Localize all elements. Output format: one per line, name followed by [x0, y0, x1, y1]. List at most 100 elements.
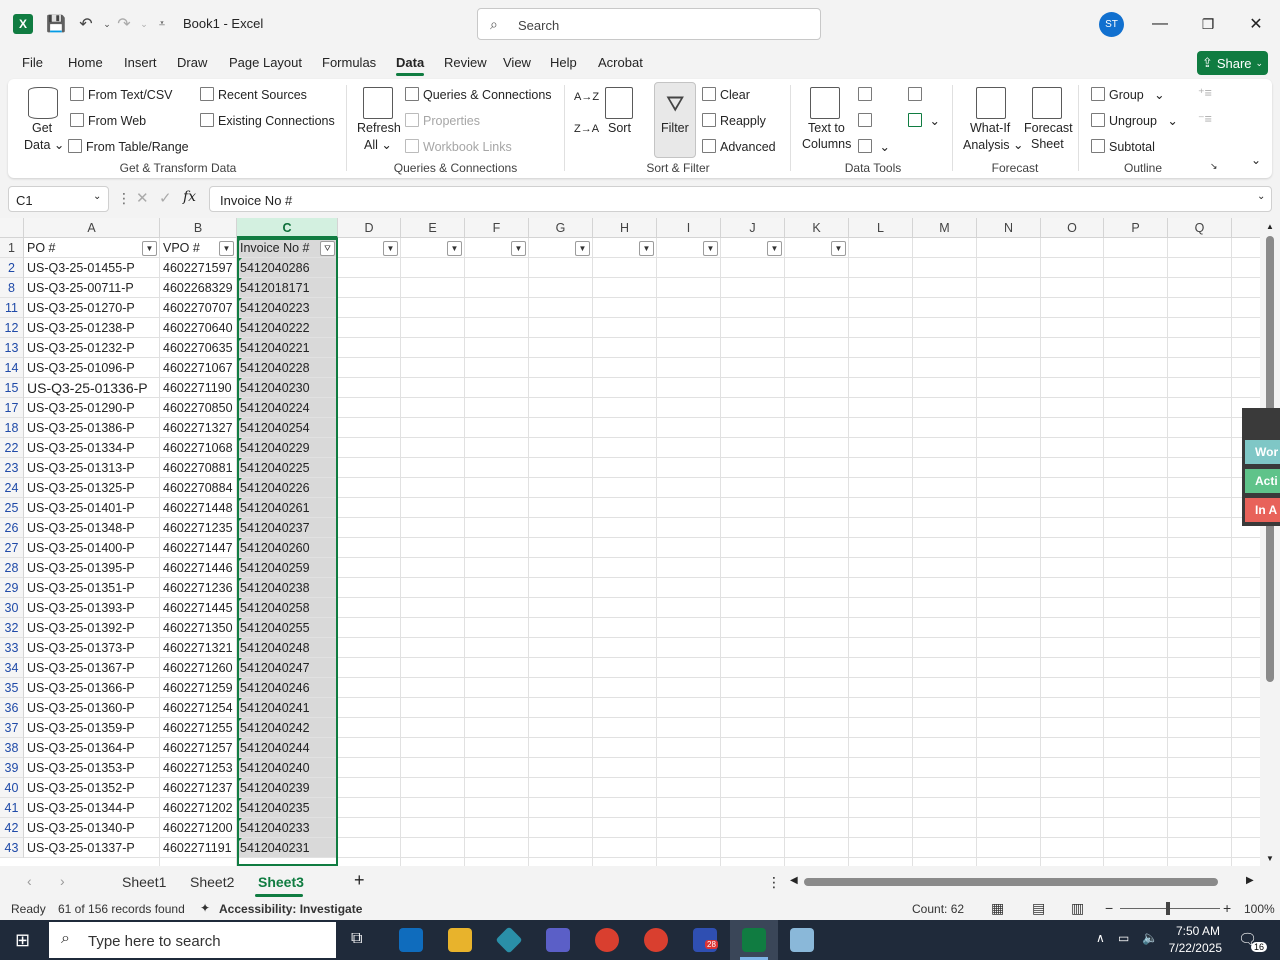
row-header[interactable]: 13: [0, 338, 24, 358]
tab-insert[interactable]: Insert: [124, 55, 157, 70]
column-header-b[interactable]: B: [160, 218, 237, 238]
header-cell-a[interactable]: PO #: [24, 238, 160, 258]
row-header[interactable]: 41: [0, 798, 24, 818]
cell-a[interactable]: US-Q3-25-01386-P: [24, 418, 160, 438]
sheet-tab-3[interactable]: Sheet3: [258, 874, 304, 890]
scroll-down-icon[interactable]: ▼: [1266, 854, 1274, 863]
cell-c[interactable]: 5412040235: [237, 798, 338, 818]
row-header[interactable]: 23: [0, 458, 24, 478]
zoom-out-icon[interactable]: −: [1105, 900, 1113, 916]
cell-b[interactable]: 4602271350: [160, 618, 237, 638]
cell-a[interactable]: US-Q3-25-01290-P: [24, 398, 160, 418]
worksheet-grid[interactable]: ABCDEFGHIJKLMNOPQ 1 PO # VPO # Invoice No #…: [0, 218, 1280, 866]
cell-b[interactable]: 4602271200: [160, 818, 237, 838]
cell-c[interactable]: 5412040244: [237, 738, 338, 758]
existing-connections-button[interactable]: Existing Connections: [200, 113, 335, 128]
normal-view-icon[interactable]: ▦: [991, 900, 1004, 917]
taskbar-search-input[interactable]: ⌕ Type here to search: [49, 922, 336, 958]
filter-dropdown-icon[interactable]: ▼: [383, 241, 398, 256]
cell-c[interactable]: 5412040261: [237, 498, 338, 518]
cell-b[interactable]: 4602270850: [160, 398, 237, 418]
row-header[interactable]: 33: [0, 638, 24, 658]
cell-a[interactable]: US-Q3-25-01238-P: [24, 318, 160, 338]
tab-file[interactable]: File: [22, 55, 43, 70]
cell-b[interactable]: 4602271067: [160, 358, 237, 378]
add-sheet-icon[interactable]: +: [354, 870, 365, 891]
from-web-button[interactable]: From Web: [70, 113, 146, 128]
row-header[interactable]: 26: [0, 518, 24, 538]
tab-page-layout[interactable]: Page Layout: [229, 55, 302, 70]
cell-c[interactable]: 5412040221: [237, 338, 338, 358]
column-header-c[interactable]: C: [237, 218, 338, 238]
zoom-app-icon[interactable]: 28: [693, 928, 718, 952]
what-if-analysis-label[interactable]: Analysis ⌄: [963, 137, 1024, 152]
cell-a[interactable]: US-Q3-25-01270-P: [24, 298, 160, 318]
row-header[interactable]: 29: [0, 578, 24, 598]
cell-b[interactable]: 4602271327: [160, 418, 237, 438]
minimize-button[interactable]: —: [1148, 12, 1172, 36]
refresh-all-label[interactable]: All ⌄: [364, 137, 392, 152]
prev-sheet-icon[interactable]: ‹: [27, 873, 32, 889]
windows-start-icon[interactable]: ⊞: [15, 930, 30, 951]
page-break-view-icon[interactable]: ▥: [1071, 900, 1084, 917]
teams-icon[interactable]: [546, 928, 570, 952]
app-icon[interactable]: [495, 926, 523, 954]
filter-dropdown-icon[interactable]: ▼: [703, 241, 718, 256]
filter-dropdown-icon[interactable]: ▼: [142, 241, 157, 256]
scroll-left-icon[interactable]: ◀: [790, 875, 798, 886]
redo-icon[interactable]: ↷: [114, 14, 134, 34]
cell-a[interactable]: US-Q3-25-01373-P: [24, 638, 160, 658]
clear-filter-button[interactable]: Clear: [702, 87, 750, 102]
network-icon[interactable]: ▭: [1118, 931, 1129, 945]
cell-a[interactable]: US-Q3-25-01344-P: [24, 798, 160, 818]
column-header-a[interactable]: A: [24, 218, 160, 238]
cell-b[interactable]: 4602270635: [160, 338, 237, 358]
sheet-tab-1[interactable]: Sheet1: [122, 874, 166, 890]
row-header-1[interactable]: 1: [0, 238, 24, 258]
cell-b[interactable]: 4602271237: [160, 778, 237, 798]
cell-c[interactable]: 5412040238: [237, 578, 338, 598]
cell-c[interactable]: 5412040226: [237, 478, 338, 498]
cell-a[interactable]: US-Q3-25-01336-P: [24, 378, 160, 398]
tab-help[interactable]: Help: [550, 55, 577, 70]
collapse-ribbon-icon[interactable]: ⌄: [1251, 153, 1261, 167]
queries-connections-button[interactable]: Queries & Connections: [405, 87, 552, 102]
enter-icon[interactable]: ✓: [159, 189, 172, 207]
formula-input[interactable]: Invoice No # ⌄: [209, 186, 1272, 212]
row-header[interactable]: 32: [0, 618, 24, 638]
cell-a[interactable]: US-Q3-25-01232-P: [24, 338, 160, 358]
row-header[interactable]: 37: [0, 718, 24, 738]
chrome-icon[interactable]: [595, 928, 619, 952]
consolidate-button[interactable]: [908, 87, 926, 102]
cell-b[interactable]: 4602271448: [160, 498, 237, 518]
row-header[interactable]: 24: [0, 478, 24, 498]
next-sheet-icon[interactable]: ›: [60, 873, 65, 889]
filter-dropdown-icon[interactable]: ▼: [575, 241, 590, 256]
tab-review[interactable]: Review: [444, 55, 487, 70]
what-if-analysis-button[interactable]: What-If: [970, 121, 1010, 135]
tab-acrobat[interactable]: Acrobat: [598, 55, 643, 70]
column-header-f[interactable]: F: [465, 218, 529, 238]
more-icon[interactable]: ⋮: [117, 190, 131, 207]
cell-c[interactable]: 5412040229: [237, 438, 338, 458]
column-header-h[interactable]: H: [593, 218, 657, 238]
cell-c[interactable]: 5412040258: [237, 598, 338, 618]
file-explorer-icon[interactable]: [448, 928, 472, 952]
remove-duplicates-button[interactable]: [858, 113, 876, 128]
subtotal-button[interactable]: Subtotal: [1091, 139, 1155, 154]
cell-b[interactable]: 4602271236: [160, 578, 237, 598]
column-header-m[interactable]: M: [913, 218, 977, 238]
from-table-range-button[interactable]: From Table/Range: [68, 139, 189, 154]
cell-b[interactable]: 4602270640: [160, 318, 237, 338]
column-header-g[interactable]: G: [529, 218, 593, 238]
cell-b[interactable]: 4602271190: [160, 378, 237, 398]
column-header-l[interactable]: L: [849, 218, 913, 238]
row-header[interactable]: 39: [0, 758, 24, 778]
tab-data[interactable]: Data: [396, 55, 425, 76]
cell-c[interactable]: 5412040286: [237, 258, 338, 278]
cell-c[interactable]: 5412040230: [237, 378, 338, 398]
search-input[interactable]: ⌕ Search: [477, 8, 821, 40]
volume-icon[interactable]: 🔈: [1142, 930, 1158, 946]
column-header-j[interactable]: J: [721, 218, 785, 238]
show-hidden-icons-icon[interactable]: ∧: [1096, 931, 1105, 945]
